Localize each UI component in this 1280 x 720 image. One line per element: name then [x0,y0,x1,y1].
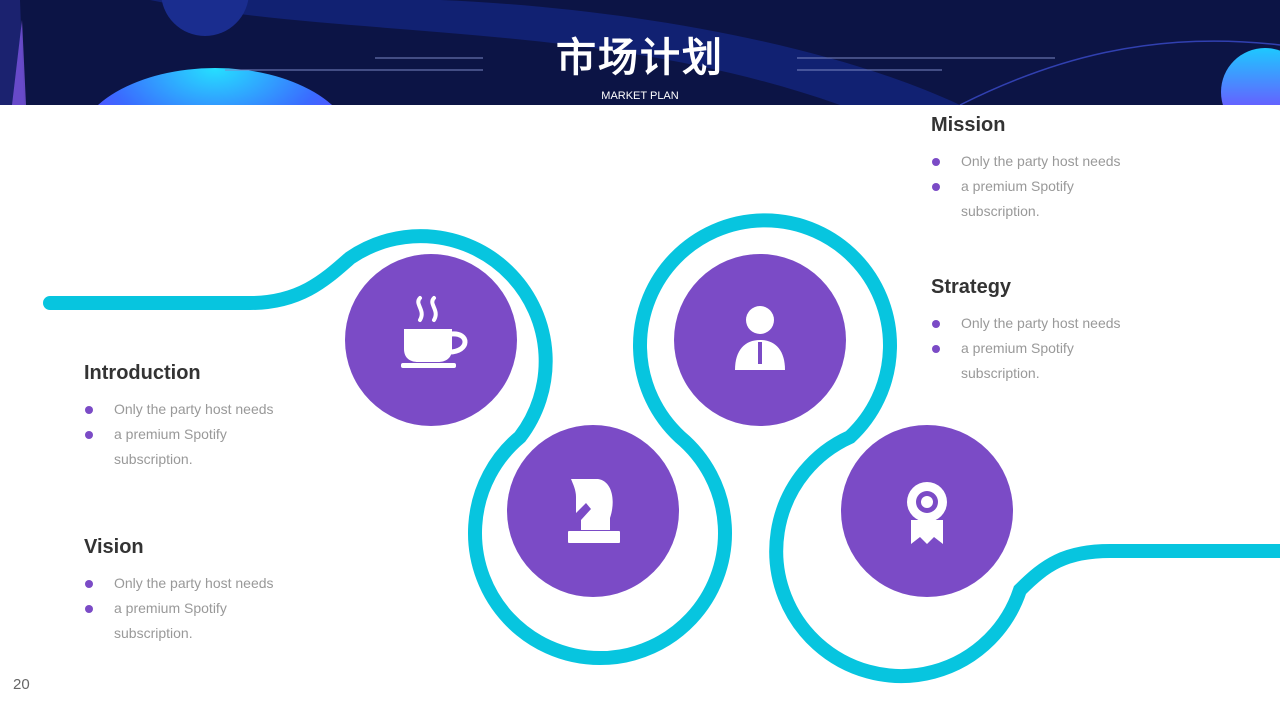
award-badge-icon [907,482,947,544]
bullet-text: Only the party host needs [961,315,1121,331]
bullet-text: a premium Spotify [961,178,1074,194]
strategy-block: Strategy Only the party host needs a pre… [931,275,1171,386]
mission-title: Mission [931,114,1006,136]
introduction-bullet-1: Only the party host needs [84,397,324,422]
bullet-dot [932,345,940,353]
bullet-text: Only the party host needs [961,153,1121,169]
bullet-text: a premium Spotify [114,600,227,616]
introduction-continuation: subscription. [114,451,193,467]
vision-bullet-2: a premium Spotify [84,596,324,621]
bullet-dot [932,183,940,191]
bullet-dot [85,406,93,414]
introduction-block: Introduction Only the party host needs a… [84,361,324,472]
introduction-title: Introduction [84,362,201,384]
vision-continuation: subscription. [114,625,193,641]
vision-block: Vision Only the party host needs a premi… [84,535,324,646]
vision-bullet-1: Only the party host needs [84,571,324,596]
mission-bullet-2: a premium Spotify [931,174,1171,199]
strategy-continuation: subscription. [961,365,1040,381]
strategy-bullet-1: Only the party host needs [931,311,1171,336]
bullet-dot [85,431,93,439]
mission-block: Mission Only the party host needs a prem… [931,113,1171,224]
bullet-text: a premium Spotify [114,426,227,442]
bullet-dot [85,580,93,588]
page-number: 20 [13,676,30,693]
bullet-text: a premium Spotify [961,340,1074,356]
mission-bullet-1: Only the party host needs [931,149,1171,174]
strategy-bullet-2: a premium Spotify [931,336,1171,361]
introduction-bullet-2: a premium Spotify [84,422,324,447]
bullet-dot [85,605,93,613]
mission-continuation: subscription. [961,203,1040,219]
bullet-dot [932,158,940,166]
bullet-text: Only the party host needs [114,401,274,417]
vision-title: Vision [84,536,144,558]
bullet-dot [932,320,940,328]
strategy-title: Strategy [931,276,1012,298]
bullet-text: Only the party host needs [114,575,274,591]
